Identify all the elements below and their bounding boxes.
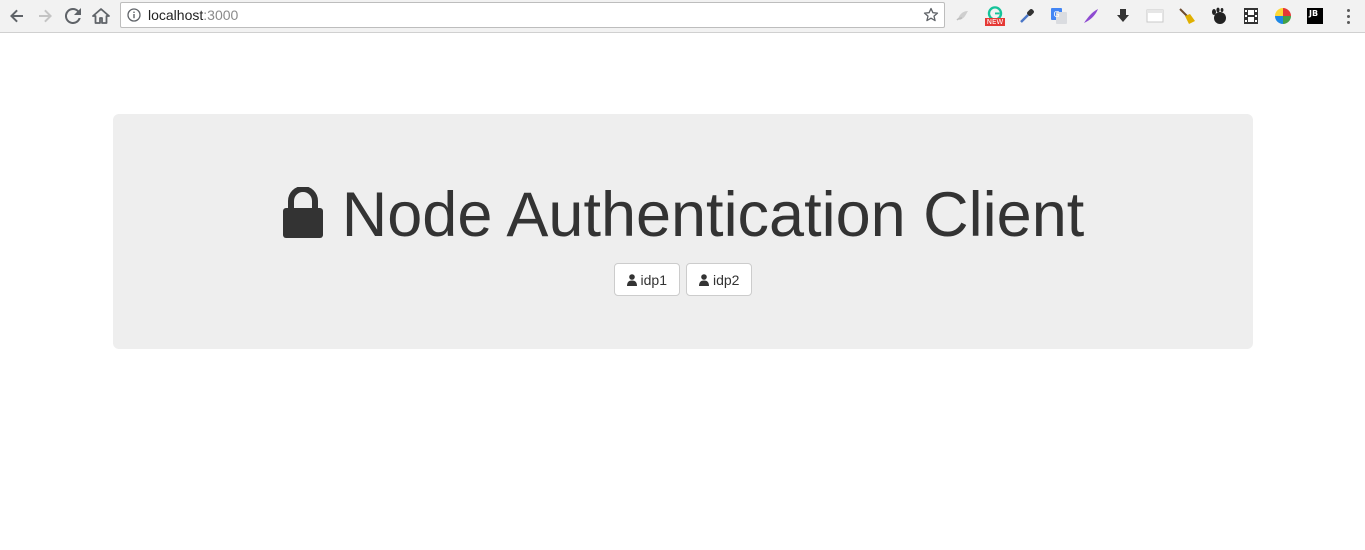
gnome-icon[interactable] bbox=[1209, 6, 1229, 26]
download-icon[interactable] bbox=[1113, 6, 1133, 26]
idp1-label: idp1 bbox=[640, 271, 667, 288]
browser-toolbar: localhost:3000 NEW G JB bbox=[0, 0, 1365, 33]
jetbrains-icon[interactable]: JB bbox=[1305, 6, 1325, 26]
jumbotron: Node Authentication Client idp1 idp2 bbox=[113, 114, 1253, 349]
feather-icon[interactable] bbox=[1081, 6, 1101, 26]
google-translate-icon[interactable]: G bbox=[1049, 6, 1069, 26]
idp-button-group: idp1 idp2 bbox=[113, 263, 1253, 296]
home-icon[interactable] bbox=[90, 5, 112, 27]
address-bar[interactable]: localhost:3000 bbox=[120, 2, 945, 28]
window-icon[interactable] bbox=[1145, 6, 1165, 26]
reload-icon[interactable] bbox=[62, 5, 84, 27]
info-icon[interactable] bbox=[127, 8, 141, 22]
url-host: localhost bbox=[148, 7, 204, 23]
svg-text:G: G bbox=[1054, 10, 1060, 19]
eyedropper-icon[interactable] bbox=[1017, 6, 1037, 26]
new-badge: NEW bbox=[984, 18, 1006, 26]
idp2-button[interactable]: idp2 bbox=[686, 263, 753, 296]
forward-icon[interactable] bbox=[34, 5, 56, 27]
idp2-label: idp2 bbox=[713, 271, 740, 288]
more-menu-icon[interactable] bbox=[1340, 6, 1356, 26]
lock-icon bbox=[282, 187, 323, 238]
color-wheel-icon[interactable] bbox=[1273, 6, 1293, 26]
chrome-ext-gray-icon[interactable] bbox=[953, 6, 973, 26]
grammarly-icon[interactable]: NEW bbox=[984, 6, 1006, 26]
idp1-button[interactable]: idp1 bbox=[613, 263, 680, 296]
broom-icon[interactable] bbox=[1177, 6, 1197, 26]
header-row: Node Authentication Client bbox=[113, 180, 1253, 250]
user-icon bbox=[699, 273, 709, 286]
film-icon[interactable] bbox=[1241, 6, 1261, 26]
user-icon bbox=[626, 273, 637, 286]
back-icon[interactable] bbox=[6, 5, 28, 27]
url-text: localhost:3000 bbox=[148, 7, 238, 23]
url-port: :3000 bbox=[203, 7, 239, 23]
bookmark-star-icon[interactable] bbox=[923, 7, 939, 23]
page-title: Node Authentication Client bbox=[341, 180, 1085, 250]
